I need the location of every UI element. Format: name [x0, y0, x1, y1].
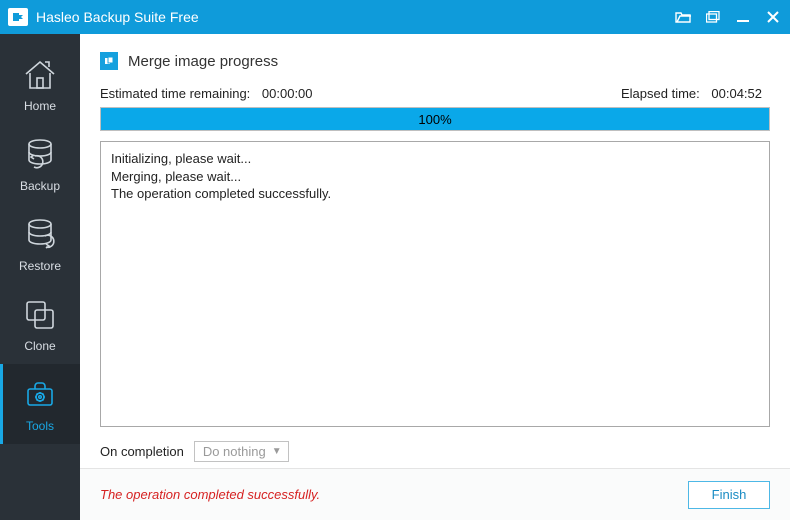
- title-bar: Hasleo Backup Suite Free: [0, 0, 790, 34]
- progress-bar: 100%: [100, 107, 770, 131]
- sidebar-item-restore[interactable]: Restore: [0, 204, 80, 284]
- titlebar-restore-icon[interactable]: [702, 6, 724, 28]
- clone-icon: [20, 295, 60, 335]
- app-icon: [8, 8, 28, 26]
- status-message: The operation completed successfully.: [100, 487, 688, 502]
- sidebar-item-tools[interactable]: Tools: [0, 364, 80, 444]
- log-line: The operation completed successfully.: [111, 185, 759, 203]
- on-completion-select[interactable]: Do nothing ▼: [194, 441, 289, 462]
- log-line: Initializing, please wait...: [111, 150, 759, 168]
- chevron-down-icon: ▼: [272, 446, 282, 457]
- on-completion-value: Do nothing: [203, 444, 266, 459]
- elapsed-value: 00:04:52: [711, 86, 762, 101]
- estimated-value: 00:00:00: [262, 86, 313, 101]
- minimize-icon[interactable]: [732, 6, 754, 28]
- page-header: Merge image progress: [100, 52, 770, 70]
- sidebar-item-label: Home: [24, 99, 56, 113]
- sidebar-item-label: Clone: [24, 339, 55, 353]
- titlebar-open-icon[interactable]: [672, 6, 694, 28]
- progress-log[interactable]: Initializing, please wait...Merging, ple…: [100, 141, 770, 427]
- page-title: Merge image progress: [128, 53, 278, 70]
- restore-icon: [20, 215, 60, 255]
- elapsed-time: Elapsed time: 00:04:52: [621, 86, 770, 101]
- sidebar: Home Backup Restore Clone: [0, 34, 80, 520]
- app-title: Hasleo Backup Suite Free: [36, 9, 199, 25]
- elapsed-label: Elapsed time:: [621, 86, 700, 101]
- sidebar-item-clone[interactable]: Clone: [0, 284, 80, 364]
- estimated-time-remaining: Estimated time remaining: 00:00:00: [100, 86, 321, 101]
- footer-bar: The operation completed successfully. Fi…: [80, 468, 790, 520]
- log-line: Merging, please wait...: [111, 168, 759, 186]
- estimated-label: Estimated time remaining:: [100, 86, 250, 101]
- finish-button[interactable]: Finish: [688, 481, 770, 509]
- merge-image-icon: [100, 52, 118, 70]
- tools-icon: [20, 375, 60, 415]
- sidebar-item-home[interactable]: Home: [0, 44, 80, 124]
- backup-icon: [20, 135, 60, 175]
- on-completion-label: On completion: [100, 444, 184, 459]
- progress-percent: 100%: [101, 108, 769, 130]
- sidebar-item-backup[interactable]: Backup: [0, 124, 80, 204]
- sidebar-item-label: Tools: [26, 419, 54, 433]
- close-icon[interactable]: [762, 6, 784, 28]
- sidebar-item-label: Backup: [20, 179, 60, 193]
- home-icon: [20, 55, 60, 95]
- sidebar-item-label: Restore: [19, 259, 61, 273]
